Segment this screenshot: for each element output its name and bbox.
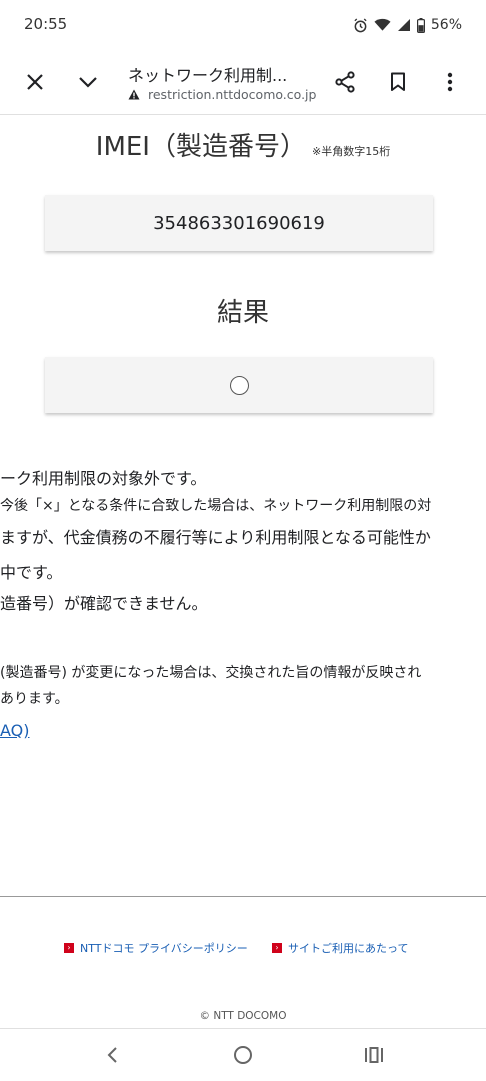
more-options-button[interactable] <box>434 66 466 98</box>
navigation-bar <box>0 1028 486 1081</box>
message-line: ますが、代金債務の不履行等により利用制限となる可能性か <box>0 528 431 547</box>
privacy-policy-link[interactable]: › NTTドコモ プライバシーポリシー <box>64 940 248 956</box>
status-bar: 20:55 56% <box>0 0 486 50</box>
warning-icon <box>128 89 140 100</box>
home-button[interactable] <box>228 1041 258 1069</box>
bookmark-button[interactable] <box>382 66 414 98</box>
arrow-right-icon: › <box>64 943 74 953</box>
message-line: 造番号）が確認できません。 <box>0 594 208 613</box>
result-title: 結果 <box>216 298 269 328</box>
imei-note: ※半角数字15桁 <box>311 145 391 158</box>
url-display[interactable]: restriction.nttdocomo.co.jp <box>128 87 316 102</box>
message-line: ーク利用制限の対象外です。 <box>0 469 207 488</box>
chevron-down-icon <box>79 77 97 88</box>
result-circle-icon <box>229 375 249 395</box>
message-line: あります。 <box>0 691 69 707</box>
bookmark-icon <box>391 72 405 91</box>
imei-value: 354863301690619 <box>153 212 325 234</box>
close-icon <box>27 74 43 90</box>
copyright: © NTT DOCOMO <box>199 1010 287 1022</box>
imei-value-box: 354863301690619 <box>45 195 433 251</box>
site-terms-label: サイトご利用にあたって <box>288 942 409 955</box>
result-box <box>45 357 433 413</box>
recents-icon <box>365 1047 383 1063</box>
share-button[interactable] <box>329 66 361 98</box>
more-vert-icon <box>447 72 453 92</box>
page-title: ネットワーク利用制... <box>128 66 288 85</box>
browser-toolbar: ネットワーク利用制... restriction.nttdocomo.co.jp <box>0 50 486 115</box>
alarm-icon <box>354 17 367 32</box>
imei-heading: IMEI（製造番号） ※半角数字15桁 <box>0 126 486 163</box>
close-button[interactable] <box>19 66 51 98</box>
site-terms-link[interactable]: › サイトご利用にあたって <box>272 940 408 956</box>
recents-button[interactable] <box>359 1041 389 1069</box>
footer-divider <box>0 896 486 897</box>
battery-percent: 56% <box>430 17 462 33</box>
back-icon <box>107 1047 117 1063</box>
arrow-right-icon: › <box>272 943 282 953</box>
wifi-icon <box>374 18 391 31</box>
share-icon <box>335 71 355 93</box>
home-icon <box>234 1046 252 1064</box>
privacy-policy-label: NTTドコモ プライバシーポリシー <box>80 942 248 955</box>
faq-link[interactable]: AQ) <box>0 721 486 740</box>
status-icons: 56% <box>353 14 462 36</box>
imei-title: IMEI（製造番号） <box>95 132 306 162</box>
message-line: 中です。 <box>0 563 63 582</box>
status-time: 20:55 <box>24 15 68 33</box>
message-line: 今後「×」となる条件に合致した場合は、ネットワーク利用制限の対 <box>0 498 432 514</box>
url-text: restriction.nttdocomo.co.jp <box>148 87 317 102</box>
message-line: (製造番号) が変更になった場合は、交換された旨の情報が反映され <box>0 665 422 681</box>
collapse-button[interactable] <box>72 66 104 98</box>
signal-icon <box>397 19 410 31</box>
battery-icon <box>416 17 425 33</box>
back-button[interactable] <box>97 1041 127 1069</box>
